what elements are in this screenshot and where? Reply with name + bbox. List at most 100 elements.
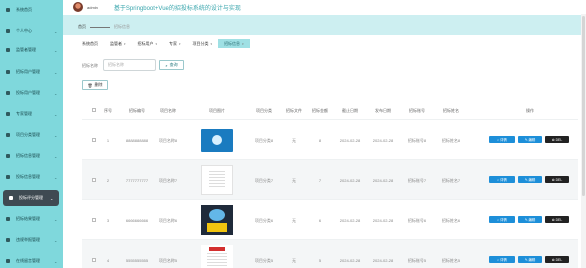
nav-tab[interactable]: 监管者 ▾ — [104, 39, 132, 48]
sidebar-item[interactable]: 投标评分管理 ⌄ — [3, 190, 59, 206]
sidebar-item[interactable]: 专家管理 ⌄ — [0, 106, 63, 122]
row-checkbox[interactable] — [92, 258, 96, 262]
user-avatar[interactable] — [73, 2, 83, 12]
column-header[interactable]: 发布日期 — [375, 108, 391, 114]
batch-delete-button[interactable]: 🗑 删除 — [82, 80, 108, 90]
sidebar-item[interactable]: 在线留言管理 ⌄ — [0, 253, 63, 268]
page-scrollbar[interactable] — [581, 14, 586, 268]
delete-button[interactable]: ⊗ DEL — [545, 216, 569, 223]
sidebar-item[interactable]: 投标信息管理 ⌄ — [0, 169, 63, 185]
edit-button[interactable]: ✎ 编辑 — [518, 216, 542, 223]
view-button[interactable]: ⌕ 详情 — [489, 216, 515, 223]
cell-index: 1 — [106, 138, 110, 143]
menu-icon — [5, 133, 11, 138]
delete-button[interactable]: ⊗ DEL — [545, 136, 569, 143]
search-input[interactable]: 招标名称 — [103, 59, 156, 71]
chevron-down-icon: ▾ — [242, 41, 244, 46]
breadcrumb-current: 招标信息 — [114, 24, 130, 29]
project-image[interactable] — [201, 165, 233, 195]
menu-icon — [5, 29, 11, 34]
edit-label: 编辑 — [528, 138, 536, 142]
cell-code: 5555555555 — [125, 258, 149, 263]
sidebar-item[interactable]: 项目分类管理 ⌄ — [0, 127, 63, 143]
nav-tab[interactable]: 项目分类 ▾ — [187, 39, 219, 48]
sidebar-item[interactable]: 投标用户管理 ⌄ — [0, 85, 63, 101]
cell-amount: 7 — [318, 178, 322, 183]
nav-tab[interactable]: 专家 ▾ — [163, 39, 187, 48]
column-header[interactable]: 招标编号 — [129, 108, 145, 114]
search-button[interactable]: ⌕ 查询 — [159, 60, 184, 70]
sidebar-item[interactable]: 招标信息管理 ⌄ — [0, 148, 63, 164]
chevron-down-icon: ⌄ — [54, 47, 58, 53]
sidebar-item[interactable]: 系统首页 — [0, 2, 63, 18]
close-circle-icon: ⊗ — [551, 257, 555, 262]
menu-icon — [5, 91, 11, 96]
cell-code: 6666666666 — [125, 218, 149, 223]
cell-published: 2024-02-28 — [372, 218, 394, 223]
view-button[interactable]: ⌕ 详情 — [489, 136, 515, 143]
chevron-down-icon: ⌄ — [54, 90, 58, 96]
column-header[interactable]: 招标文件 — [286, 108, 302, 114]
cell-contact: 招标姓名8 — [441, 138, 461, 143]
menu-icon — [8, 196, 14, 201]
column-header[interactable]: 招标账号 — [409, 108, 425, 114]
column-header[interactable]: 截止日期 — [342, 108, 358, 114]
view-label: 详情 — [500, 258, 507, 262]
cell-amount: 5 — [318, 258, 322, 263]
cell-published: 2024-02-28 — [372, 258, 394, 263]
column-header[interactable]: 项目名称 — [160, 108, 176, 114]
menu-icon — [5, 238, 11, 243]
breadcrumb-home[interactable]: 首页 — [78, 24, 86, 30]
project-image[interactable] — [201, 125, 233, 155]
cell-deadline: 2024-02-28 — [339, 258, 361, 263]
sidebar-item-label: 个人中心 — [16, 28, 32, 33]
search-placeholder: 招标名称 — [108, 62, 124, 67]
project-image[interactable] — [201, 245, 233, 268]
chevron-down-icon: ⌄ — [54, 69, 58, 75]
nav-tab-label: 系统首页 — [82, 40, 98, 46]
menu-icon — [5, 154, 11, 159]
sidebar-item[interactable]: 招标用户管理 ⌄ — [0, 64, 63, 80]
nav-tab[interactable]: 招标用户 ▾ — [132, 39, 164, 48]
delete-button[interactable]: ⊗ DEL — [545, 256, 569, 263]
edit-button[interactable]: ✎ 编辑 — [518, 256, 542, 263]
nav-tab[interactable]: 系统首页 — [76, 39, 104, 48]
sidebar-item[interactable]: 个人中心 ⌄ — [0, 23, 63, 39]
row-checkbox[interactable] — [92, 138, 96, 142]
cell-index: 3 — [106, 218, 110, 223]
sidebar-item[interactable]: 违规举报管理 ⌄ — [0, 232, 63, 248]
table-row[interactable]: 3 6666666666 项目名称6 项目分类6 无 6 2024-02-28 2024-02… — [82, 199, 578, 239]
edit-button[interactable]: ✎ 编辑 — [518, 176, 542, 183]
column-header[interactable]: 招标姓名 — [443, 108, 459, 114]
sidebar-item-label: 项目分类管理 — [16, 132, 40, 137]
column-header[interactable]: 序号 — [104, 108, 112, 114]
view-button[interactable]: ⌕ 详情 — [489, 256, 515, 263]
column-header[interactable]: 项目分类 — [256, 108, 272, 114]
view-button[interactable]: ⌕ 详情 — [489, 176, 515, 183]
sidebar-item[interactable]: 监管者管理 ⌄ — [0, 42, 63, 58]
table-row[interactable]: 2 7777777777 项目名称7 项目分类7 无 7 2024-02-28 2024-02… — [82, 159, 578, 199]
cell-code: 7777777777 — [125, 178, 149, 183]
menu-icon — [5, 112, 11, 117]
chevron-down-icon: ▾ — [179, 41, 181, 46]
table-row[interactable]: 1 8888888888 项目名称8 项目分类8 无 8 2024-02-28 2024-02… — [82, 119, 578, 159]
edit-button[interactable]: ✎ 编辑 — [518, 136, 542, 143]
column-header[interactable]: 招标金额 — [312, 108, 328, 114]
scroll-thumb[interactable] — [582, 16, 585, 196]
row-checkbox[interactable] — [92, 218, 96, 222]
edit-label: 编辑 — [528, 258, 536, 262]
sidebar-item[interactable]: 招标结果管理 ⌄ — [0, 211, 63, 227]
breadcrumb-band — [63, 15, 586, 35]
username[interactable]: admin — [87, 5, 98, 10]
column-header[interactable]: 项目图片 — [209, 108, 225, 114]
nav-tab[interactable]: 招标信息 ▾ — [218, 39, 250, 48]
project-image[interactable] — [201, 205, 233, 235]
nav-tab-label: 监管者 — [110, 40, 122, 46]
select-all-checkbox[interactable] — [92, 108, 96, 112]
cell-account: 招标账号8 — [407, 138, 427, 143]
menu-icon — [5, 217, 11, 222]
delete-button[interactable]: ⊗ DEL — [545, 176, 569, 183]
row-checkbox[interactable] — [92, 178, 96, 182]
table-row[interactable]: 4 5555555555 项目名称5 项目分类5 无 5 2024-02-28 2024-02… — [82, 239, 578, 268]
nav-tab-label: 项目分类 — [192, 40, 209, 46]
